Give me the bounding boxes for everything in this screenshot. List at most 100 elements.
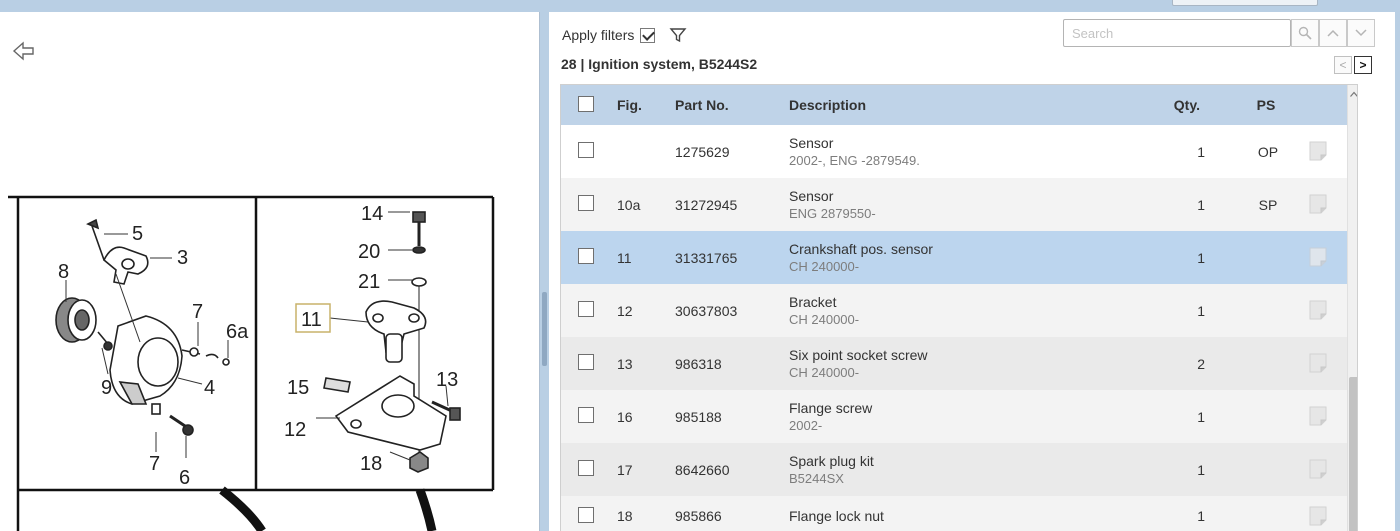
apply-filters-label: Apply filters xyxy=(562,27,635,43)
row-desc-title: Bracket xyxy=(789,293,837,310)
next-match-button[interactable] xyxy=(1347,19,1375,47)
callout-label[interactable]: 12 xyxy=(284,419,306,441)
table-row[interactable]: 16 985188 Flange screw 2002- 1 xyxy=(561,390,1347,443)
table-scrollbar[interactable] xyxy=(1347,85,1358,531)
callout-label[interactable]: 7 xyxy=(149,453,160,475)
note-icon[interactable] xyxy=(1309,459,1327,479)
row-checkbox[interactable] xyxy=(578,301,594,317)
parts-list-pane: Apply filters 28 | Ignition system, B524… xyxy=(549,12,1400,531)
column-header-fig[interactable]: Fig. xyxy=(617,97,642,113)
top-toolbar-button[interactable] xyxy=(1172,0,1318,6)
funnel-icon[interactable] xyxy=(669,26,687,44)
table-row-selected[interactable]: 11 31331765 Crankshaft pos. sensor CH 240… xyxy=(561,231,1347,284)
row-qty: 1 xyxy=(1197,196,1205,213)
row-checkbox[interactable] xyxy=(578,407,594,423)
row-desc-sub: CH 240000- xyxy=(789,258,860,274)
row-desc-title: Six point socket screw xyxy=(789,346,928,363)
note-icon[interactable] xyxy=(1309,406,1327,426)
row-desc-title: Flange screw xyxy=(789,399,873,416)
row-qty: 2 xyxy=(1197,355,1205,372)
row-fig: 12 xyxy=(617,302,633,319)
callout-label[interactable]: 4 xyxy=(204,377,215,399)
row-checkbox[interactable] xyxy=(578,195,594,211)
callout-label[interactable]: 15 xyxy=(287,377,309,399)
row-part-no: 985188 xyxy=(675,408,722,425)
row-desc-sub: CH 240000- xyxy=(789,364,860,380)
callout-label[interactable]: 8 xyxy=(58,261,69,283)
section-breadcrumb: 28 | Ignition system, B5244S2 xyxy=(561,56,758,72)
row-qty: 1 xyxy=(1197,461,1205,478)
callout-label[interactable]: 14 xyxy=(361,203,383,225)
column-header-part-no[interactable]: Part No. xyxy=(675,97,729,113)
search-button[interactable] xyxy=(1291,19,1319,47)
row-description: Bracket CH 240000- xyxy=(789,294,859,328)
callout-label[interactable]: 21 xyxy=(358,271,380,293)
row-part-no: 31272945 xyxy=(675,196,738,213)
row-desc-sub: 2002-, ENG -2879549. xyxy=(789,152,920,168)
table-row[interactable]: 13 986318 Six point socket screw CH 24000… xyxy=(561,337,1347,390)
row-checkbox[interactable] xyxy=(578,248,594,264)
select-all-checkbox[interactable] xyxy=(578,95,594,112)
row-checkbox[interactable] xyxy=(578,142,594,158)
pane-splitter[interactable] xyxy=(540,12,549,531)
callout-label-selected[interactable]: 11 xyxy=(301,309,322,331)
row-part-no: 8642660 xyxy=(675,461,730,478)
right-part-group xyxy=(316,211,461,473)
row-qty: 1 xyxy=(1197,508,1205,524)
note-icon[interactable] xyxy=(1309,194,1327,214)
table-row[interactable]: 18 985866 Flange lock nut 1 xyxy=(561,496,1347,531)
header-checkbox-cell xyxy=(578,95,594,115)
callout-label[interactable]: 6 xyxy=(179,467,190,489)
filter-controls: Apply filters xyxy=(562,25,687,45)
row-description: Six point socket screw CH 240000- xyxy=(789,347,928,381)
table-row[interactable]: 1275629 Sensor 2002-, ENG -2879549. 1 OP xyxy=(561,125,1347,178)
search-input[interactable] xyxy=(1063,19,1291,47)
exploded-parts-diagram: 5 3 8 7 6a 9 4 7 6 14 20 21 11 15 13 12 … xyxy=(8,195,495,531)
scroll-up-icon[interactable] xyxy=(1350,91,1358,97)
row-checkbox[interactable] xyxy=(578,460,594,476)
parts-table: Fig. Part No. Description Qty. PS 127562… xyxy=(560,84,1358,531)
row-part-no: 31331765 xyxy=(675,249,738,266)
column-header-ps[interactable]: PS xyxy=(1251,97,1281,113)
row-description: Spark plug kit B5244SX xyxy=(789,453,874,487)
column-header-qty[interactable]: Qty. xyxy=(1156,97,1200,113)
apply-filters-checkbox[interactable] xyxy=(640,27,656,43)
row-checkbox[interactable] xyxy=(578,354,594,370)
column-header-description[interactable]: Description xyxy=(789,97,866,114)
previous-match-button[interactable] xyxy=(1319,19,1347,47)
row-desc-title: Spark plug kit xyxy=(789,452,874,469)
callout-label[interactable]: 13 xyxy=(436,369,458,391)
row-checkbox[interactable] xyxy=(578,506,594,523)
chevron-up-icon xyxy=(1327,29,1339,37)
section-pager: < > xyxy=(1334,56,1372,74)
callout-label[interactable]: 5 xyxy=(132,223,143,245)
table-header: Fig. Part No. Description Qty. PS xyxy=(561,85,1347,125)
row-fig: 13 xyxy=(617,355,633,372)
callout-label[interactable]: 18 xyxy=(360,453,382,475)
row-qty: 1 xyxy=(1197,302,1205,319)
callout-label[interactable]: 3 xyxy=(177,247,188,269)
row-part-no: 985866 xyxy=(675,508,722,524)
note-icon[interactable] xyxy=(1309,506,1327,526)
previous-section-button[interactable]: < xyxy=(1334,56,1352,74)
row-fig: 10a xyxy=(617,196,641,213)
left-part-group xyxy=(55,218,230,458)
scrollbar-thumb[interactable] xyxy=(1349,377,1357,531)
note-icon[interactable] xyxy=(1309,353,1327,373)
note-icon[interactable] xyxy=(1309,300,1327,320)
note-icon[interactable] xyxy=(1309,247,1327,267)
table-row[interactable]: 12 30637803 Bracket CH 240000- 1 xyxy=(561,284,1347,337)
callout-label[interactable]: 9 xyxy=(101,377,112,399)
top-bar xyxy=(0,0,1400,12)
table-row[interactable]: 17 8642660 Spark plug kit B5244SX 1 xyxy=(561,443,1347,496)
table-row[interactable]: 10a 31272945 Sensor ENG 2879550- 1 SP xyxy=(561,178,1347,231)
right-frame-border xyxy=(1395,12,1400,531)
next-section-button[interactable]: > xyxy=(1354,56,1372,74)
row-fig: 11 xyxy=(617,249,632,266)
splitter-grip[interactable] xyxy=(542,292,547,366)
callout-label[interactable]: 20 xyxy=(358,241,380,263)
callout-label[interactable]: 6a xyxy=(226,321,249,343)
row-desc-sub: B5244SX xyxy=(789,470,844,486)
callout-label[interactable]: 7 xyxy=(192,301,203,323)
note-icon[interactable] xyxy=(1309,141,1327,161)
